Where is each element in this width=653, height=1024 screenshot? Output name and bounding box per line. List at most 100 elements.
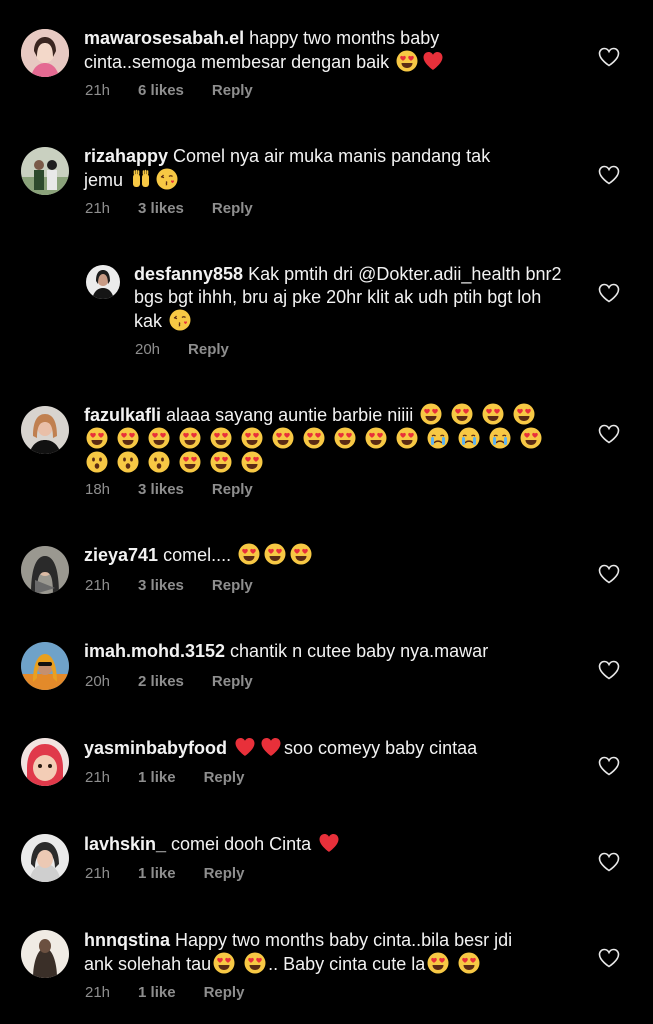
comment-username[interactable]: zieya741 — [84, 545, 158, 565]
reply-button[interactable]: Reply — [212, 481, 253, 498]
reply-button[interactable]: Reply — [204, 769, 245, 786]
heart-eyes-emoji — [334, 427, 356, 449]
like-heart-icon[interactable] — [598, 424, 620, 444]
comment-body-continued: .. Baby cinta cute la — [268, 954, 426, 974]
likes-count[interactable]: 1 like — [138, 769, 176, 786]
likes-count[interactable]: 3 likes — [138, 577, 184, 594]
comment-text: rizahappy Comel nya air muka manis pandan… — [84, 145, 534, 192]
comment-time: 21h — [85, 577, 111, 594]
avatar[interactable] — [86, 265, 120, 299]
red-heart-emoji — [422, 50, 444, 72]
like-heart-icon[interactable] — [598, 283, 620, 303]
heart-eyes-emoji — [117, 427, 139, 449]
heart-eyes-emoji — [482, 403, 504, 425]
like-heart-icon[interactable] — [598, 165, 620, 185]
comment-username[interactable]: desfanny858 — [134, 264, 243, 284]
crying-emoji — [458, 427, 480, 449]
like-heart-icon[interactable] — [598, 47, 620, 67]
comment-time: 21h — [85, 769, 111, 786]
heart-eyes-emoji — [303, 427, 325, 449]
comment-time: 20h — [85, 673, 111, 690]
comment-meta: 21h 1 like Reply — [85, 865, 272, 882]
heart-eyes-emoji — [427, 952, 449, 974]
heart-eyes-emoji — [458, 952, 480, 974]
comment-body: comei dooh Cinta — [171, 834, 312, 854]
avatar[interactable] — [21, 147, 69, 195]
comment-text: lavhskin_ comei dooh Cinta — [84, 832, 564, 856]
comment-username[interactable]: yasminbabyfood — [84, 738, 227, 758]
heart-eyes-emoji — [520, 427, 542, 449]
heart-eyes-emoji — [86, 427, 108, 449]
like-heart-icon[interactable] — [598, 852, 620, 872]
heart-eyes-emoji — [513, 403, 535, 425]
comment-time: 21h — [85, 865, 111, 882]
avatar[interactable] — [21, 930, 69, 978]
heart-eyes-emoji — [238, 543, 260, 565]
heart-eyes-emoji — [210, 451, 232, 473]
crying-emoji — [489, 427, 511, 449]
comment-meta: 21h 3 likes Reply — [85, 200, 281, 217]
reply-button[interactable]: Reply — [204, 865, 245, 882]
comment-text: desfanny858 Kak pmtih dri @Dokter.adii_he… — [134, 263, 574, 333]
heart-eyes-emoji — [396, 427, 418, 449]
comment-time: 18h — [85, 481, 111, 498]
red-heart-emoji — [318, 832, 340, 854]
heart-eyes-emoji — [244, 952, 266, 974]
reply-button[interactable]: Reply — [188, 341, 229, 358]
like-heart-icon[interactable] — [598, 660, 620, 680]
likes-count[interactable]: 3 likes — [138, 200, 184, 217]
comment-username[interactable]: lavhskin_ — [84, 834, 166, 854]
comment-username[interactable]: fazulkafli — [84, 405, 161, 425]
comment-meta: 21h 6 likes Reply — [85, 82, 281, 99]
surprised-emoji — [117, 451, 139, 473]
like-heart-icon[interactable] — [598, 756, 620, 776]
reply-button[interactable]: Reply — [204, 984, 245, 1001]
comment-meta: 20h 2 likes Reply — [85, 673, 281, 690]
heart-eyes-emoji — [179, 451, 201, 473]
like-heart-icon[interactable] — [598, 948, 620, 968]
likes-count[interactable]: 2 likes — [138, 673, 184, 690]
comment-text: mawarosesabah.el happy two months baby ci… — [84, 27, 504, 74]
comment-time: 21h — [85, 984, 111, 1001]
reply-button[interactable]: Reply — [212, 82, 253, 99]
comment-time: 21h — [85, 200, 111, 217]
comment-username[interactable]: imah.mohd.3152 — [84, 641, 225, 661]
comment-username[interactable]: rizahappy — [84, 146, 168, 166]
reply-button[interactable]: Reply — [212, 577, 253, 594]
avatar[interactable] — [21, 642, 69, 690]
heart-eyes-emoji — [451, 403, 473, 425]
heart-eyes-emoji — [420, 403, 442, 425]
red-heart-emoji — [234, 736, 256, 758]
heart-eyes-emoji — [179, 427, 201, 449]
heart-eyes-emoji — [264, 543, 286, 565]
comment-time: 20h — [135, 341, 161, 358]
avatar[interactable] — [21, 546, 69, 594]
comment-username[interactable]: hnnqstina — [84, 930, 170, 950]
likes-count[interactable]: 6 likes — [138, 82, 184, 99]
likes-count[interactable]: 1 like — [138, 865, 176, 882]
heart-eyes-emoji — [365, 427, 387, 449]
heart-eyes-emoji — [290, 543, 312, 565]
surprised-emoji — [86, 451, 108, 473]
avatar[interactable] — [21, 406, 69, 454]
like-heart-icon[interactable] — [598, 564, 620, 584]
comment-body: comel.... — [163, 545, 232, 565]
reply-button[interactable]: Reply — [212, 200, 253, 217]
likes-count[interactable]: 1 like — [138, 984, 176, 1001]
comment-text: hnnqstina Happy two months baby cinta..bi… — [84, 929, 534, 976]
avatar[interactable] — [21, 834, 69, 882]
heart-eyes-emoji — [396, 50, 418, 72]
avatar[interactable] — [21, 29, 69, 77]
comment-text: fazulkafli alaaa sayang auntie barbie nii… — [84, 403, 564, 475]
heart-eyes-emoji — [213, 952, 235, 974]
reply-button[interactable]: Reply — [212, 673, 253, 690]
likes-count[interactable]: 3 likes — [138, 481, 184, 498]
heart-eyes-emoji — [210, 427, 232, 449]
comment-body: chantik n cutee baby nya.mawar — [230, 641, 489, 661]
avatar[interactable] — [21, 738, 69, 786]
comment-time: 21h — [85, 82, 111, 99]
comment-meta: 20h Reply — [135, 341, 257, 358]
comment-meta: 18h 3 likes Reply — [85, 481, 281, 498]
comment-username[interactable]: mawarosesabah.el — [84, 28, 244, 48]
surprised-emoji — [148, 451, 170, 473]
